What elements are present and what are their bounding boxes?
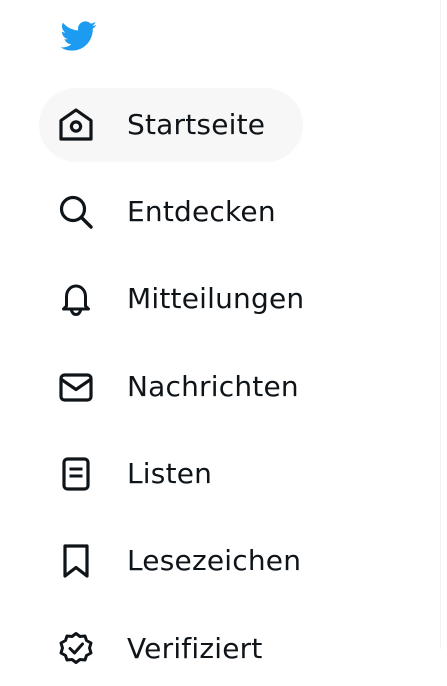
nav-item-mitteilungen[interactable]: Mitteilungen — [39, 262, 342, 336]
search-icon — [59, 195, 93, 229]
nav-label: Startseite — [127, 108, 266, 141]
nav-label: Mitteilungen — [127, 282, 305, 315]
home-icon — [59, 108, 93, 141]
nav-item-verifiziert[interactable]: Verifiziert — [39, 612, 301, 686]
nav-item-lesezeichen[interactable]: Lesezeichen — [39, 524, 339, 598]
list-icon — [62, 457, 90, 491]
bell-icon — [62, 284, 90, 317]
envelope-icon — [59, 373, 93, 402]
nav-label: Lesezeichen — [127, 544, 302, 577]
nav-item-nachrichten[interactable]: Nachrichten — [39, 350, 337, 424]
twitter-bird-icon[interactable] — [57, 17, 99, 55]
column-divider — [440, 0, 441, 649]
nav-item-entdecken[interactable]: Entdecken — [39, 175, 314, 249]
sidebar: Startseite Entdecken Mitteilungen Nachri… — [0, 0, 440, 665]
nav-item-startseite[interactable]: Startseite — [39, 88, 304, 162]
nav-item-listen[interactable]: Listen — [39, 437, 250, 511]
bookmark-icon — [63, 544, 89, 578]
nav-label: Entdecken — [127, 195, 276, 228]
verified-icon — [59, 632, 93, 664]
nav-label: Verifiziert — [127, 632, 263, 665]
nav-label: Listen — [127, 457, 213, 490]
nav-label: Nachrichten — [127, 370, 299, 403]
